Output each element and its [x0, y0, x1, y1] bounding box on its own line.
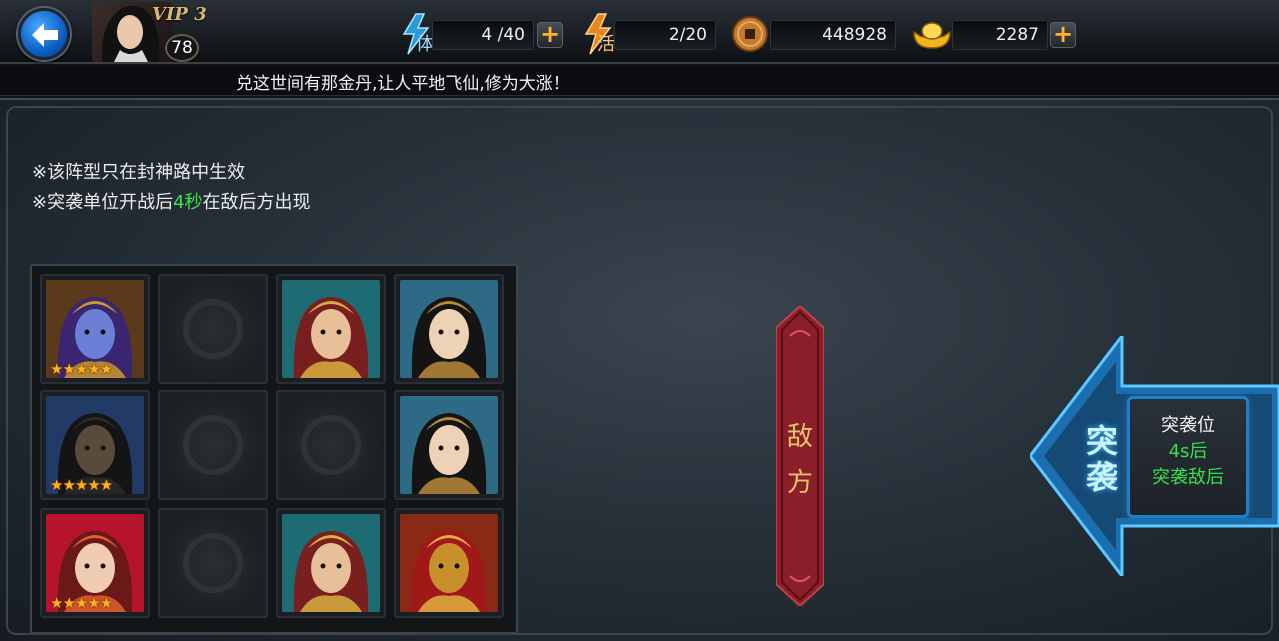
- formation-slot-empty[interactable]: [158, 508, 268, 618]
- golden-helmet-general-portrait-icon: [282, 514, 380, 612]
- player-level-badge: 78: [165, 34, 199, 62]
- back-button[interactable]: [18, 8, 70, 60]
- vigor-label: 活: [597, 34, 615, 55]
- empty-slot-emblem-icon: [183, 533, 243, 593]
- raid-slot[interactable]: 突袭位 4s后 突袭敌后: [1127, 396, 1249, 518]
- news-ticker: 兑这世间有那金丹,让人平地飞仙,修为大涨！: [0, 66, 1279, 96]
- formation-slot-empty[interactable]: [158, 274, 268, 384]
- copper-coin-icon: [732, 16, 768, 52]
- formation-slot-hero[interactable]: [276, 508, 386, 618]
- enemy-side-banner: [776, 306, 824, 606]
- formation-slot-hero[interactable]: [394, 390, 504, 500]
- formation-slot-hero[interactable]: ★★★★★: [40, 274, 150, 384]
- raid-slot-delay: 4s后: [1168, 441, 1208, 462]
- raid-slot-title: 突袭位: [1161, 415, 1215, 436]
- golden-mask-warrior-portrait-icon: [400, 514, 498, 612]
- tip-2-highlight: 4秒: [173, 192, 203, 213]
- golden-helmet-general-portrait-icon: [282, 280, 380, 378]
- empty-slot-emblem-icon: [183, 299, 243, 359]
- ticker-text: 兑这世间有那金丹,让人平地飞仙,修为大涨！: [236, 74, 570, 94]
- stamina-value: 4 /40: [432, 20, 534, 50]
- add-stamina-button[interactable]: +: [537, 22, 563, 48]
- star-rating: ★★★★★: [50, 476, 113, 494]
- back-arrow-icon: [32, 23, 58, 47]
- young-scholar-portrait-icon: [400, 396, 498, 494]
- vip-badge: VIP 3: [152, 4, 207, 25]
- formation-tip-2: ※突袭单位开战后4秒在敌后方出现: [32, 188, 311, 214]
- formation-slot-hero[interactable]: [276, 274, 386, 384]
- enemy-label-1: 敌: [786, 422, 813, 452]
- formation-slot-empty[interactable]: [158, 390, 268, 500]
- young-scholar-portrait-icon: [400, 280, 498, 378]
- star-rating: ★★★★★: [50, 360, 113, 378]
- formation-slot-hero[interactable]: [394, 274, 504, 384]
- formation-slot-hero[interactable]: ★★★★★: [40, 390, 150, 500]
- formation-slot-empty[interactable]: [276, 390, 386, 500]
- raid-slot-desc: 突袭敌后: [1152, 467, 1224, 488]
- tip-2-suffix: 在敌后方出现: [202, 192, 311, 213]
- coins-value: 448928: [770, 20, 896, 50]
- formation-tip-1: ※该阵型只在封神路中生效: [32, 162, 246, 183]
- formation-slot-hero[interactable]: [394, 508, 504, 618]
- add-ingots-button[interactable]: +: [1050, 22, 1076, 48]
- formation-slot-hero[interactable]: ★★★★★: [40, 508, 150, 618]
- enemy-label-2: 方: [786, 468, 813, 498]
- vigor-value: 2/20: [614, 20, 716, 50]
- top-bar: VIP 3 78 体 4 /40 + 活 2/20 448928 2287 +: [0, 0, 1279, 64]
- raid-label-2: 袭: [1085, 458, 1118, 496]
- ingots-value: 2287: [952, 20, 1048, 50]
- tip-2-prefix: ※突袭单位开战后: [32, 192, 174, 213]
- star-rating: ★★★★★: [50, 594, 113, 612]
- empty-slot-emblem-icon: [183, 415, 243, 475]
- gold-ingot-icon: [913, 22, 951, 49]
- empty-slot-emblem-icon: [301, 415, 361, 475]
